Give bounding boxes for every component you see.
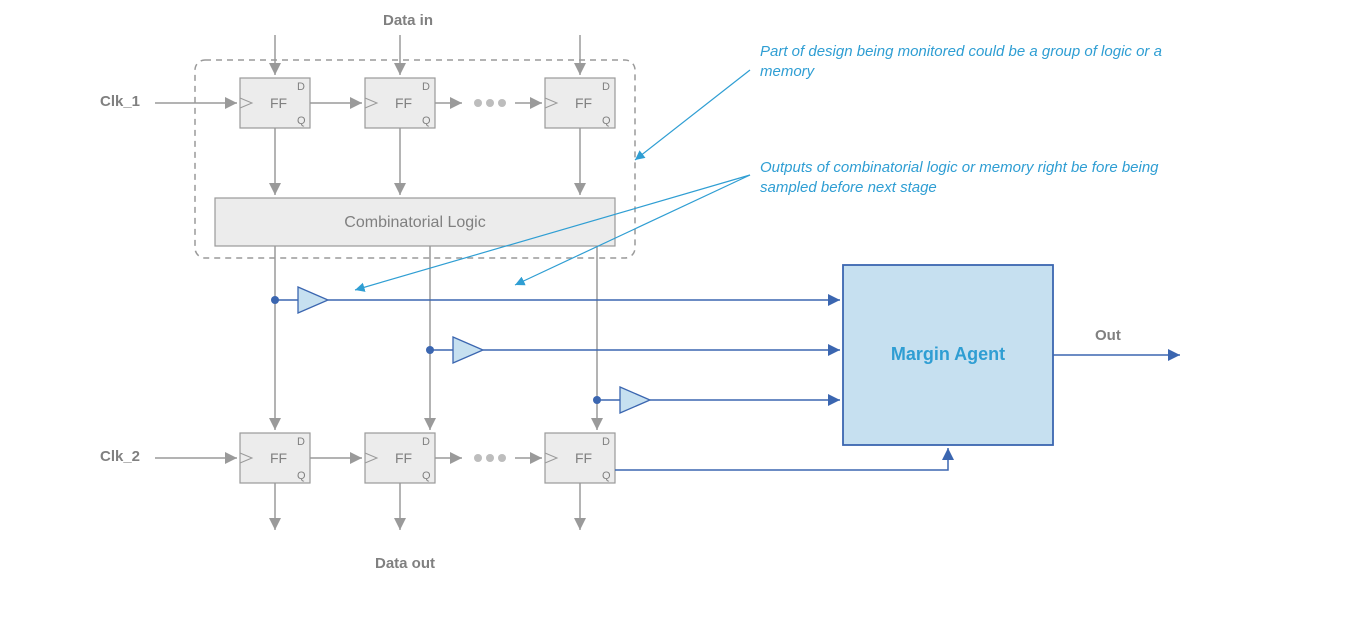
ellipsis-dot-icon [474,99,482,107]
ellipsis-dot-icon [474,454,482,462]
caption1-leader [635,70,750,160]
ff-Q-label: Q [297,470,306,482]
ff-top-1: FF D Q [240,78,310,128]
diagram-canvas: FF D Q FF D Q FF D Q Combinatorial Logic [0,0,1350,640]
ff-D-label: D [602,436,610,448]
ff-Q-label: Q [422,470,431,482]
ff-label: FF [395,95,412,111]
ff-label: FF [270,450,287,466]
ff-Q-label: Q [602,115,611,127]
ff-D-label: D [297,81,305,93]
data-in-label: Data in [383,12,433,29]
clk1-label: Clk_1 [100,93,140,110]
ellipsis-dot-icon [486,99,494,107]
ff-top-3: FF D Q [545,78,615,128]
margin-agent-label: Margin Agent [891,344,1005,364]
caption-outputs: Outputs of combinatorial logic or memory… [760,158,1180,199]
ellipsis-dot-icon [486,454,494,462]
ff-D-label: D [297,436,305,448]
ff-top-2: FF D Q [365,78,435,128]
buffer-icon [620,387,650,413]
ff-bot-out-to-agent [615,448,948,470]
ff-Q-label: Q [422,115,431,127]
caption-monitored-group: Part of design being monitored could be … [760,42,1180,83]
ff-bot-2: FF D Q [365,433,435,483]
buffer-icon [298,287,328,313]
ff-label: FF [575,95,592,111]
buffer-icon [453,337,483,363]
ff-bot-3: FF D Q [545,433,615,483]
ellipsis-dot-icon [498,454,506,462]
ff-D-label: D [602,81,610,93]
ff-label: FF [575,450,592,466]
comb-logic-label: Combinatorial Logic [344,214,485,231]
ff-D-label: D [422,436,430,448]
ff-label: FF [395,450,412,466]
ellipsis-dot-icon [498,99,506,107]
ff-bot-1: FF D Q [240,433,310,483]
ff-D-label: D [422,81,430,93]
clk2-label: Clk_2 [100,448,140,465]
ff-Q-label: Q [602,470,611,482]
data-out-label: Data out [375,555,435,572]
ff-label: FF [270,95,287,111]
ff-Q-label: Q [297,115,306,127]
out-label: Out [1095,327,1121,344]
